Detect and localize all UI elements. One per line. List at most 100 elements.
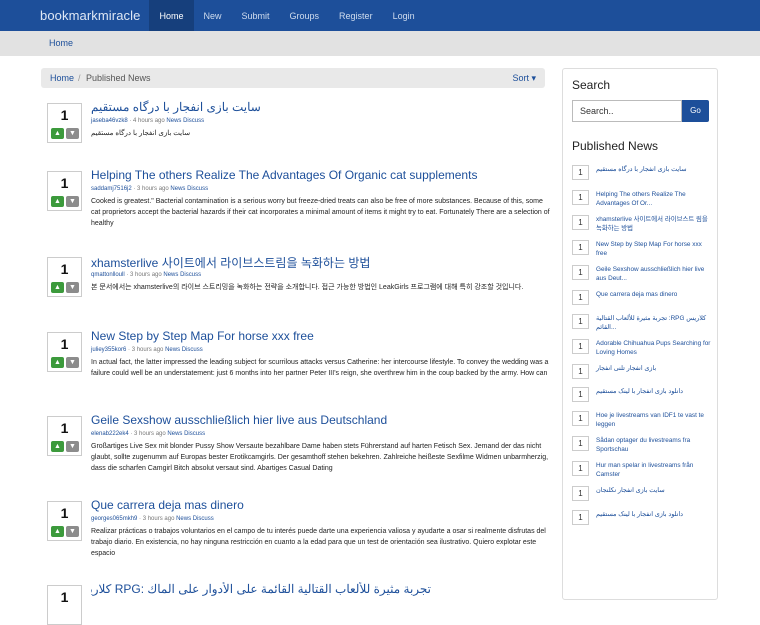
- thumbs-down-icon[interactable]: ▼: [66, 441, 79, 452]
- story-user[interactable]: jaseba46vzk8: [91, 118, 128, 124]
- item-count: 1: [572, 387, 589, 402]
- item-title[interactable]: Hoe je livestreams van IDF1 te vast te l…: [596, 411, 711, 429]
- item-count: 1: [572, 461, 589, 476]
- story-discuss[interactable]: Discuss: [193, 516, 214, 522]
- item-title[interactable]: دانلود بازی انفجار با لینک مستقیم: [596, 387, 711, 396]
- story-user[interactable]: elenab222ek4: [91, 431, 129, 437]
- go-button[interactable]: Go: [682, 100, 709, 122]
- item-title[interactable]: Sådan optager du livestreams fra Sportsc…: [596, 436, 711, 454]
- item-count: 1: [572, 240, 589, 255]
- top-navbar: bookmarkmiracle Home New Submit Groups R…: [0, 0, 760, 31]
- vote-box: 1 ▲ ▼: [47, 332, 82, 372]
- thumbs-up-icon[interactable]: ▲: [51, 441, 64, 452]
- story-user[interactable]: saddamj7516j2: [91, 186, 132, 192]
- subbar-home-link[interactable]: Home: [49, 38, 73, 48]
- story-title[interactable]: xhamsterlive 사이트에서 라이브스트림을 녹화하는 방법: [91, 254, 541, 271]
- nav-home[interactable]: Home: [149, 0, 194, 31]
- story-category[interactable]: News: [167, 431, 182, 437]
- item-count: 1: [572, 314, 589, 329]
- vote-count: 1: [60, 589, 69, 605]
- story-time: · 3 hours ago: [130, 431, 166, 437]
- story-discuss[interactable]: Discuss: [183, 118, 204, 124]
- story-description: 본 문서에서는 xhamsterlive의 라이브 스트리밍을 녹화하는 전략을…: [91, 284, 524, 291]
- item-title[interactable]: Hur man spelar in livestreams från Camst…: [596, 461, 711, 479]
- story-description: Cooked is greatest." Bacterial contamina…: [91, 198, 550, 227]
- breadcrumb-home[interactable]: Home: [50, 73, 74, 83]
- story-category[interactable]: News: [176, 516, 191, 522]
- thumbs-up-icon[interactable]: ▲: [51, 128, 64, 139]
- thumbs-up-icon[interactable]: ▲: [51, 282, 64, 293]
- item-title[interactable]: New Step by Step Map For horse xxx free: [596, 240, 711, 258]
- story-discuss[interactable]: Discuss: [180, 272, 201, 278]
- breadcrumb-separator: /: [78, 73, 81, 83]
- story-time: · 3 hours ago: [126, 272, 162, 278]
- thumbs-down-icon[interactable]: ▼: [66, 128, 79, 139]
- vote-count: 1: [60, 336, 69, 352]
- story-title[interactable]: Helping The others Realize The Advantage…: [91, 168, 541, 182]
- story-meta: elenab222ek4 · 3 hours ago News Discuss: [91, 431, 205, 437]
- story-discuss[interactable]: Discuss: [187, 186, 208, 192]
- item-title[interactable]: xhamsterlive 사이트에서 라이브스트 림을 녹화하는 방법: [596, 215, 711, 233]
- item-count: 1: [572, 411, 589, 426]
- item-title[interactable]: دانلود بازی انفجار با لینک مستقیم: [596, 510, 711, 519]
- nav-new[interactable]: New: [194, 0, 232, 31]
- thumbs-up-icon[interactable]: ▲: [51, 357, 64, 368]
- story-meta: juliey355kor6 · 3 hours ago News Discuss: [91, 347, 203, 353]
- story-title[interactable]: Que carrera deja mas dinero: [91, 498, 541, 512]
- item-title[interactable]: سایت بازی انفجار با درگاه مستقیم: [596, 165, 711, 174]
- story-title[interactable]: تجربة مثيرة للألعاب القتالية القائمة على…: [91, 582, 431, 596]
- thumbs-up-icon[interactable]: ▲: [51, 526, 64, 537]
- sort-dropdown[interactable]: Sort ▾: [512, 73, 536, 84]
- story-description: سایت بازی انفجار با درگاه مستقیم: [91, 130, 191, 137]
- story-description: Realizar prácticas o trabajos voluntario…: [91, 528, 546, 557]
- vote-box: 1 ▲ ▼: [47, 103, 82, 143]
- nav-register[interactable]: Register: [329, 0, 383, 31]
- thumbs-down-icon[interactable]: ▼: [66, 282, 79, 293]
- item-title[interactable]: تجربة مثيرة للألعاب القتالية :RPG كلاريس…: [596, 314, 711, 332]
- brand-logo[interactable]: bookmarkmiracle: [0, 0, 149, 31]
- vote-box: 1: [47, 585, 82, 625]
- published-news-heading: Published News: [572, 139, 659, 153]
- thumbs-down-icon[interactable]: ▼: [66, 357, 79, 368]
- story-category[interactable]: News: [163, 272, 178, 278]
- thumbs-down-icon[interactable]: ▼: [66, 196, 79, 207]
- vote-count: 1: [60, 175, 69, 191]
- story-user[interactable]: georges065mkh9: [91, 516, 137, 522]
- story-meta: saddamj7516j2 · 3 hours ago News Discuss: [91, 186, 208, 192]
- nav-submit[interactable]: Submit: [232, 0, 280, 31]
- search-heading: Search: [572, 78, 611, 92]
- breadcrumb-current: Published News: [86, 73, 151, 83]
- item-count: 1: [572, 290, 589, 305]
- nav-groups[interactable]: Groups: [280, 0, 330, 31]
- item-count: 1: [572, 364, 589, 379]
- vote-count: 1: [60, 107, 69, 123]
- story-category[interactable]: News: [170, 186, 185, 192]
- vote-count: 1: [60, 505, 69, 521]
- story-discuss[interactable]: Discuss: [182, 347, 203, 353]
- nav-login[interactable]: Login: [383, 0, 425, 31]
- story-category[interactable]: News: [166, 118, 181, 124]
- story-category[interactable]: News: [165, 347, 180, 353]
- story-meta: jaseba46vzk8 · 4 hours ago News Discuss: [91, 118, 204, 124]
- search-input[interactable]: Search..: [572, 100, 682, 122]
- vote-box: 1 ▲ ▼: [47, 501, 82, 541]
- vote-count: 1: [60, 261, 69, 277]
- item-title[interactable]: سایت بازی انفجار نکلنجان: [596, 486, 711, 495]
- story-title[interactable]: Geile Sexshow ausschließlich hier live a…: [91, 413, 541, 427]
- item-count: 1: [572, 265, 589, 280]
- story-title[interactable]: سایت بازی انفجار با درگاه مستقیم: [91, 100, 541, 114]
- item-title[interactable]: Que carrera deja mas dinero: [596, 290, 711, 299]
- item-title[interactable]: Geile Sexshow ausschließlich hier live a…: [596, 265, 711, 283]
- vote-box: 1 ▲ ▼: [47, 257, 82, 297]
- item-title[interactable]: Helping The others Realize The Advantage…: [596, 190, 711, 208]
- thumbs-up-icon[interactable]: ▲: [51, 196, 64, 207]
- story-title[interactable]: New Step by Step Map For horse xxx free: [91, 329, 541, 343]
- item-count: 1: [572, 215, 589, 230]
- item-title[interactable]: Adorable Chihuahua Pups Searching for Lo…: [596, 339, 711, 357]
- story-user[interactable]: qmattonlloull: [91, 272, 125, 278]
- story-time: · 4 hours ago: [129, 118, 165, 124]
- story-user[interactable]: juliey355kor6: [91, 347, 126, 353]
- item-title[interactable]: بازی انفجار تلنی انفجار: [596, 364, 711, 373]
- thumbs-down-icon[interactable]: ▼: [66, 526, 79, 537]
- story-discuss[interactable]: Discuss: [184, 431, 205, 437]
